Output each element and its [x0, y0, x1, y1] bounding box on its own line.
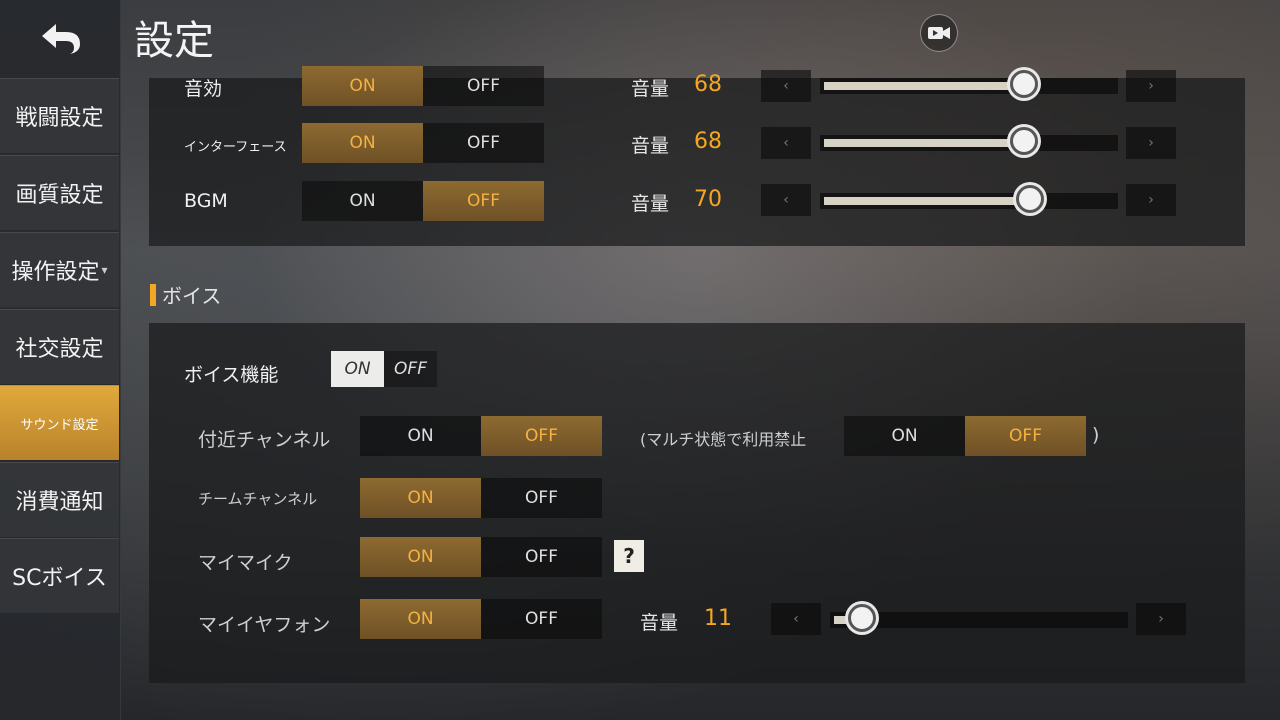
- nav-social-settings[interactable]: 社交設定: [0, 309, 119, 384]
- my-earphone-on-button[interactable]: ON: [360, 599, 481, 639]
- sfx-volume-value: 68: [694, 72, 722, 97]
- back-button[interactable]: [0, 0, 120, 76]
- earphone-volume-knob[interactable]: [848, 604, 876, 632]
- sfx-toggle: ON OFF: [302, 66, 544, 106]
- chevron-right-icon: ›: [1148, 135, 1154, 151]
- interface-volume-value: 68: [694, 129, 722, 154]
- nearby-channel-off-button[interactable]: OFF: [481, 416, 602, 456]
- voice-function-off-button[interactable]: OFF: [384, 351, 437, 387]
- bgm-on-button[interactable]: ON: [302, 181, 423, 221]
- nav-purchase-notice[interactable]: 消費通知: [0, 462, 119, 537]
- chevron-right-icon: ›: [1158, 611, 1164, 627]
- nearby-channel-on-button[interactable]: ON: [360, 416, 481, 456]
- help-icon[interactable]: ?: [614, 540, 644, 572]
- sfx-off-button[interactable]: OFF: [423, 66, 544, 106]
- bgm-volume-increase[interactable]: ›: [1126, 184, 1176, 216]
- bgm-toggle: ON OFF: [302, 181, 544, 221]
- my-earphone-toggle: ON OFF: [360, 599, 602, 639]
- interface-off-button[interactable]: OFF: [423, 123, 544, 163]
- sfx-volume-slider[interactable]: [820, 70, 1118, 98]
- voice-function-label: ボイス機能: [184, 364, 279, 386]
- sfx-volume-knob[interactable]: [1010, 70, 1038, 98]
- earphone-volume-increase[interactable]: ›: [1136, 603, 1186, 635]
- my-mic-off-button[interactable]: OFF: [481, 537, 602, 577]
- multi-off-button[interactable]: OFF: [965, 416, 1086, 456]
- earphone-volume-decrease[interactable]: ‹: [771, 603, 821, 635]
- sfx-volume-fill: [824, 82, 1024, 90]
- interface-toggle: ON OFF: [302, 123, 544, 163]
- voice-function-on-button[interactable]: ON: [331, 351, 384, 387]
- interface-on-button[interactable]: ON: [302, 123, 423, 163]
- bgm-volume-label: 音量: [631, 193, 670, 215]
- camera-record-button[interactable]: [920, 14, 958, 52]
- multi-toggle: ON OFF: [844, 416, 1086, 456]
- chevron-left-icon: ‹: [783, 192, 789, 208]
- sfx-label: 音効: [184, 78, 223, 100]
- multi-on-button[interactable]: ON: [844, 416, 965, 456]
- back-arrow-icon: [42, 24, 80, 54]
- nav-sound-settings[interactable]: サウンド設定: [0, 385, 119, 460]
- section-marker: [150, 283, 156, 306]
- interface-volume-knob[interactable]: [1010, 127, 1038, 155]
- my-mic-on-button[interactable]: ON: [360, 537, 481, 577]
- bgm-off-button[interactable]: OFF: [423, 181, 544, 221]
- interface-volume-fill: [824, 139, 1024, 147]
- earphone-volume-fill: [834, 616, 846, 624]
- nav-graphics-settings[interactable]: 画質設定: [0, 155, 119, 230]
- chevron-down-icon: ▾: [101, 263, 108, 277]
- interface-volume-label: 音量: [631, 135, 670, 157]
- bgm-volume-slider[interactable]: [820, 185, 1118, 213]
- interface-label: インターフェース: [184, 140, 287, 155]
- nav-sc-voice[interactable]: SCボイス: [0, 538, 119, 613]
- camera-record-icon: [928, 27, 950, 39]
- bgm-volume-decrease[interactable]: ‹: [761, 184, 811, 216]
- sfx-volume-decrease[interactable]: ‹: [761, 70, 811, 102]
- my-mic-label: マイマイク: [198, 552, 293, 574]
- earphone-volume-slider[interactable]: [830, 604, 1128, 632]
- team-channel-toggle: ON OFF: [360, 478, 602, 518]
- interface-volume-increase[interactable]: ›: [1126, 127, 1176, 159]
- my-earphone-off-button[interactable]: OFF: [481, 599, 602, 639]
- sfx-volume-label: 音量: [631, 78, 670, 100]
- interface-volume-slider[interactable]: [820, 127, 1118, 155]
- nav-control-settings[interactable]: 操作設定 ▾: [0, 232, 119, 307]
- my-earphone-label: マイイヤフォン: [198, 614, 331, 636]
- bgm-label: BGM: [184, 190, 228, 212]
- multi-note-close: ): [1092, 424, 1100, 446]
- voice-section-title: ボイス: [150, 280, 221, 309]
- team-channel-on-button[interactable]: ON: [360, 478, 481, 518]
- sfx-volume-increase[interactable]: ›: [1126, 70, 1176, 102]
- chevron-right-icon: ›: [1148, 192, 1154, 208]
- team-channel-label: チームチャンネル: [198, 490, 318, 508]
- nav-battle-settings[interactable]: 戦闘設定: [0, 78, 119, 153]
- chevron-right-icon: ›: [1148, 78, 1154, 94]
- earphone-volume-value: 11: [704, 606, 732, 631]
- voice-function-toggle: ON OFF: [331, 351, 437, 387]
- multi-restriction-note: (マルチ状態で利用禁止: [640, 430, 807, 449]
- team-channel-off-button[interactable]: OFF: [481, 478, 602, 518]
- chevron-left-icon: ‹: [783, 135, 789, 151]
- sidebar: 戦闘設定 画質設定 操作設定 ▾ 社交設定 サウンド設定 消費通知 SCボイス: [0, 0, 121, 720]
- sfx-on-button[interactable]: ON: [302, 66, 423, 106]
- bgm-volume-fill: [824, 197, 1030, 205]
- nearby-channel-toggle: ON OFF: [360, 416, 602, 456]
- interface-volume-decrease[interactable]: ‹: [761, 127, 811, 159]
- my-mic-toggle: ON OFF: [360, 537, 602, 577]
- earphone-volume-label: 音量: [640, 612, 679, 634]
- bgm-volume-knob[interactable]: [1016, 185, 1044, 213]
- chevron-left-icon: ‹: [793, 611, 799, 627]
- bgm-volume-value: 70: [694, 187, 722, 212]
- page-title: 設定: [134, 18, 214, 64]
- chevron-left-icon: ‹: [783, 78, 789, 94]
- nearby-channel-label: 付近チャンネル: [198, 429, 331, 451]
